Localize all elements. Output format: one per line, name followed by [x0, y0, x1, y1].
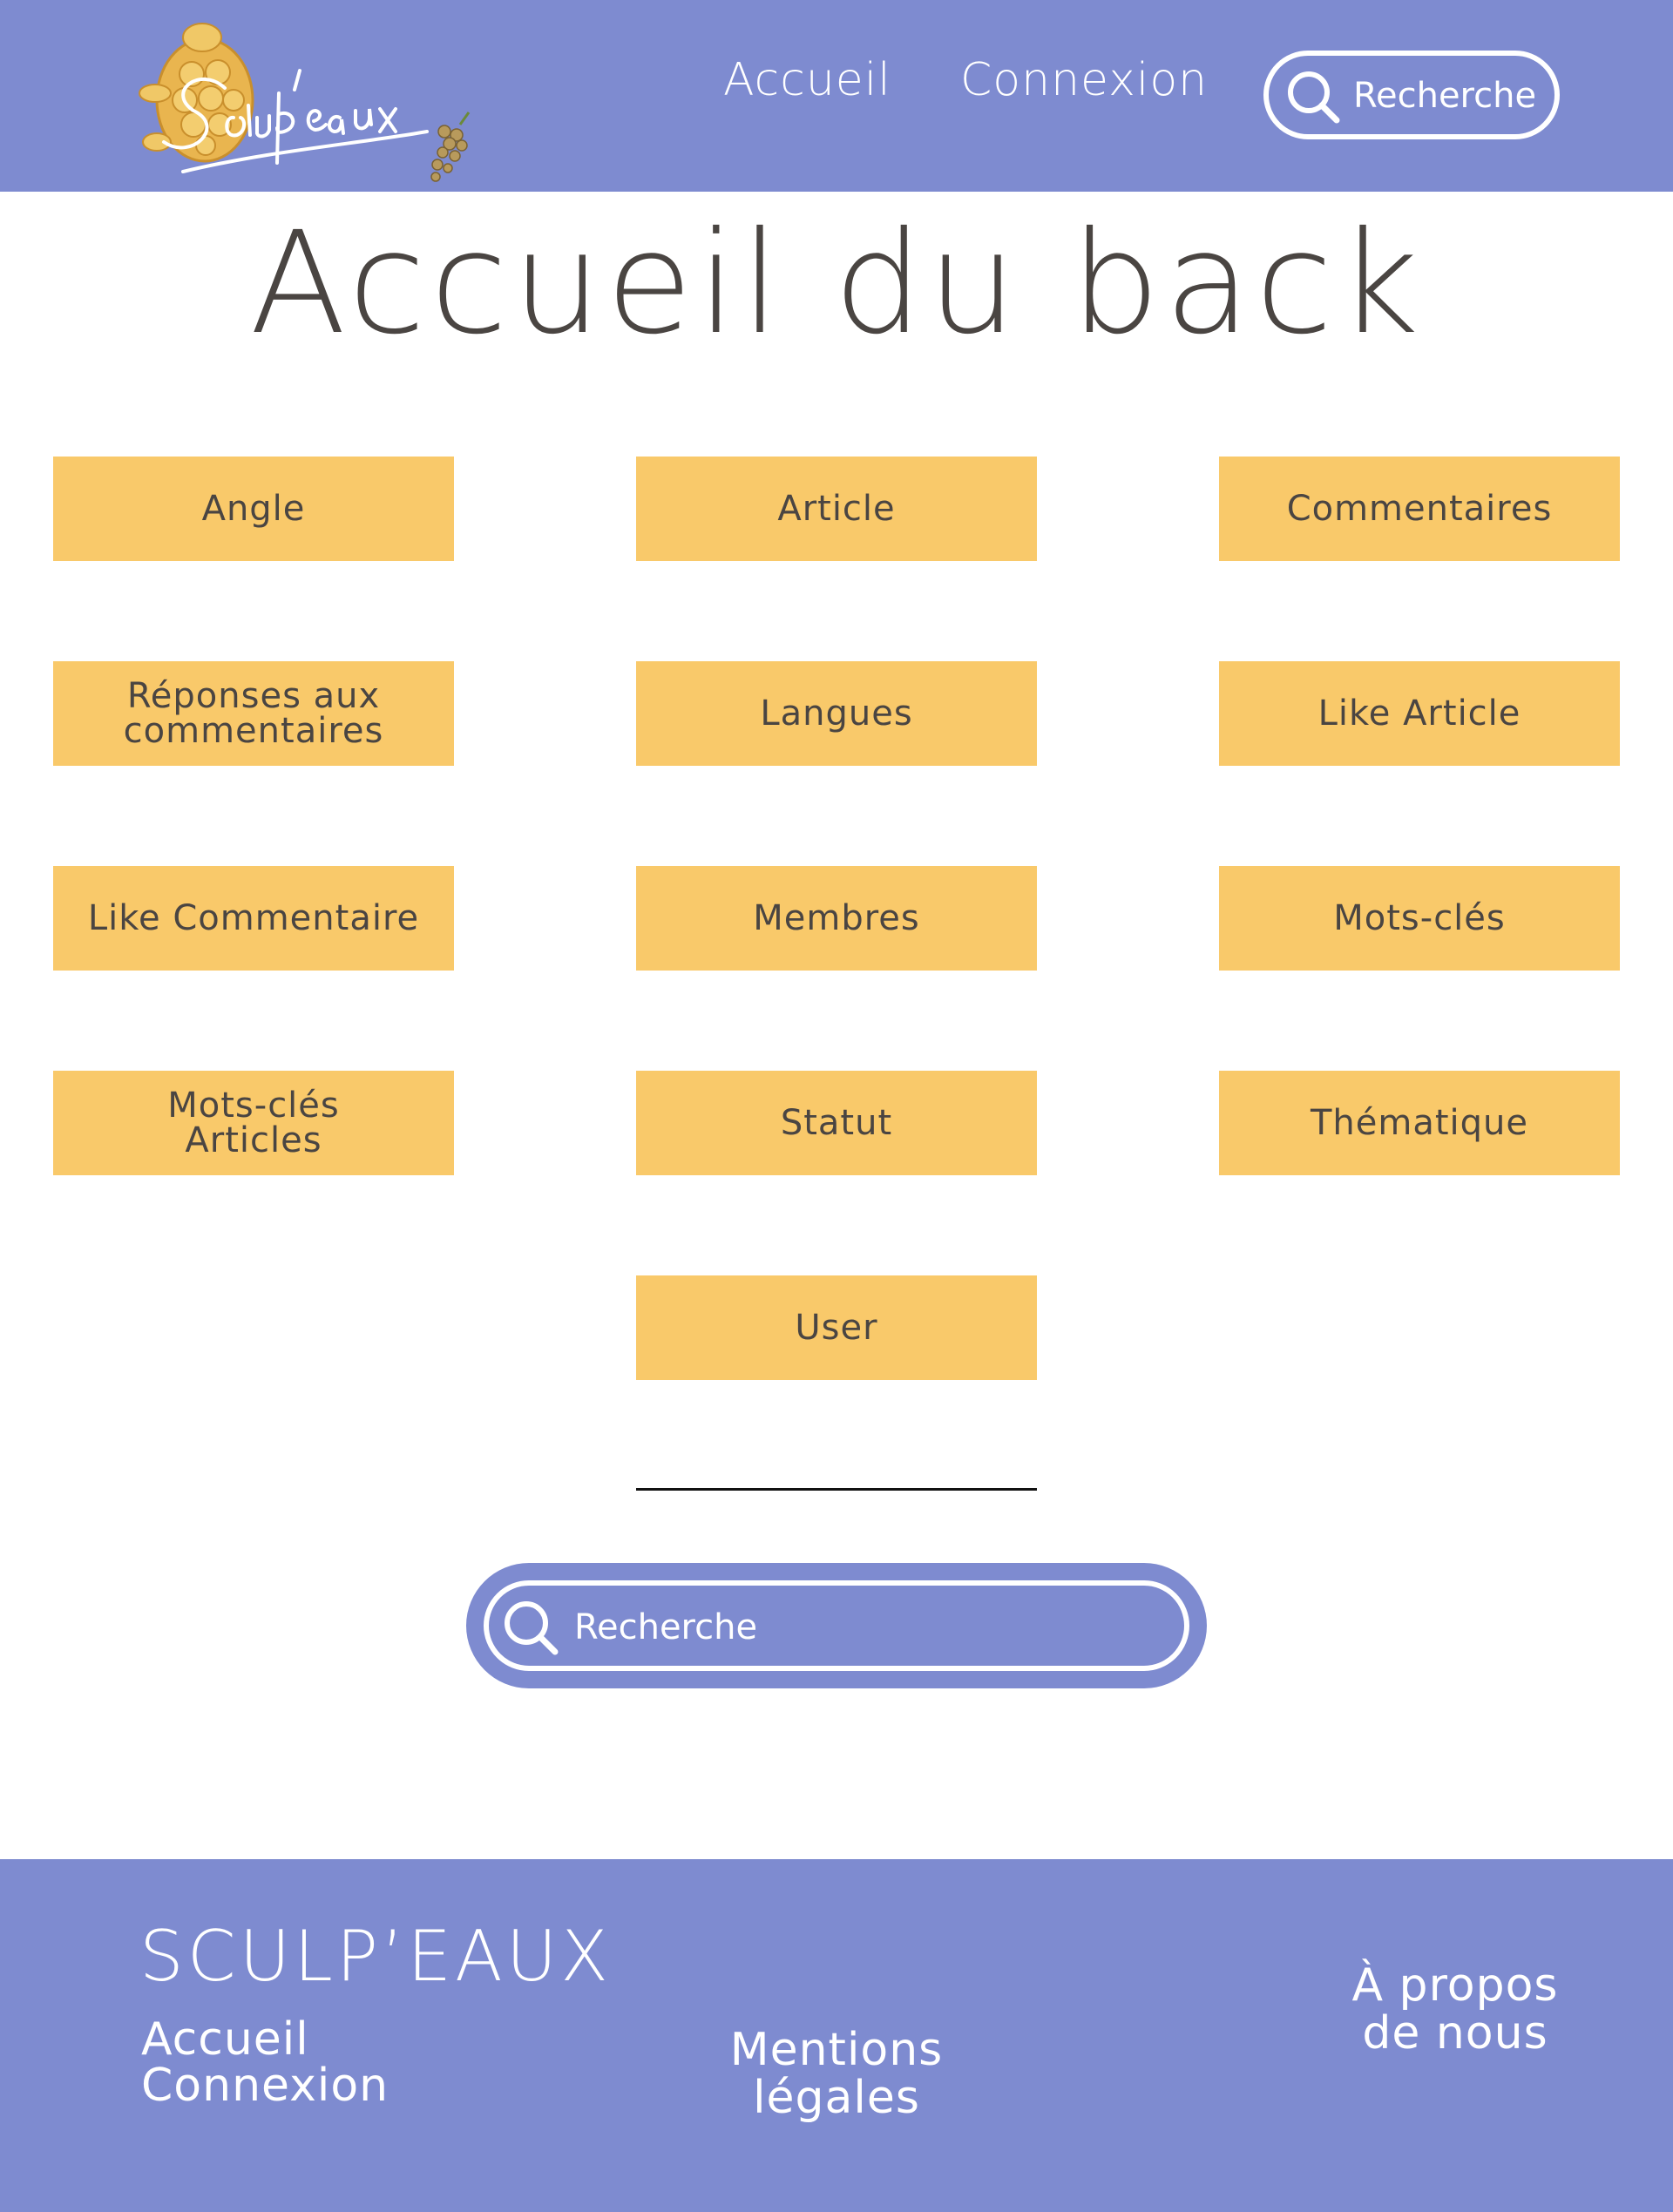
tile-mots-cles[interactable]: Mots-clés — [1219, 866, 1620, 971]
footer-legal-link[interactable]: Mentions légales — [680, 2026, 993, 2121]
nav-login-link[interactable]: Connexion — [960, 54, 1208, 106]
tile-label: Commentaires — [1286, 489, 1553, 529]
footer-login-link[interactable]: Connexion — [141, 2062, 389, 2110]
divider — [636, 1488, 1037, 1491]
tile-label: Thématique — [1310, 1103, 1529, 1143]
tile-label: Réponses aux commentaires — [123, 676, 384, 751]
tile-label: Membres — [753, 898, 920, 938]
tile-label: Langues — [760, 693, 913, 734]
tile-user[interactable]: User — [636, 1275, 1037, 1380]
site-header: Accueil Connexion — [0, 0, 1673, 192]
tile-angle[interactable]: Angle — [53, 457, 454, 561]
main-search-field[interactable] — [484, 1580, 1189, 1671]
tile-label: Statut — [780, 1103, 893, 1143]
tile-like-commentaire[interactable]: Like Commentaire — [53, 866, 454, 971]
tile-label: Mots-clés — [1333, 898, 1506, 938]
site-footer: SCULP’EAUX Accueil Connexion Mentions lé… — [0, 1859, 1673, 2212]
nav-home-link[interactable]: Accueil — [723, 54, 891, 106]
tile-thematique[interactable]: Thématique — [1219, 1071, 1620, 1175]
main-search-box[interactable] — [466, 1563, 1207, 1688]
tile-reponses-commentaires[interactable]: Réponses aux commentaires — [53, 661, 454, 766]
search-icon[interactable] — [501, 1598, 560, 1657]
tile-mots-cles-articles[interactable]: Mots-clés Articles — [53, 1071, 454, 1175]
page-title: Accueil du back — [249, 202, 1424, 366]
tile-like-article[interactable]: Like Article — [1219, 661, 1620, 766]
tile-label: Mots-clés Articles — [167, 1086, 340, 1160]
tile-label: User — [795, 1308, 878, 1348]
turtle-icon — [139, 23, 254, 163]
header-search-input[interactable] — [1351, 73, 1547, 118]
header-search-box[interactable] — [1263, 51, 1560, 139]
grape-icon — [430, 112, 471, 182]
tile-label: Like Commentaire — [87, 898, 420, 938]
footer-brand: SCULP’EAUX — [139, 1916, 613, 1997]
sculpeaux-logo[interactable] — [131, 13, 479, 187]
footer-about-link[interactable]: À propos de nous — [1298, 1962, 1612, 2057]
tile-article[interactable]: Article — [636, 457, 1037, 561]
tile-label: Article — [777, 489, 896, 529]
tile-membres[interactable]: Membres — [636, 866, 1037, 971]
tile-statut[interactable]: Statut — [636, 1071, 1037, 1175]
tile-label: Angle — [201, 489, 306, 529]
tile-langues[interactable]: Langues — [636, 661, 1037, 766]
main-search-input[interactable] — [572, 1605, 1099, 1650]
tile-commentaires[interactable]: Commentaires — [1219, 457, 1620, 561]
search-icon[interactable] — [1284, 68, 1342, 125]
footer-home-link[interactable]: Accueil — [141, 2016, 309, 2064]
tile-label: Like Article — [1317, 693, 1521, 734]
